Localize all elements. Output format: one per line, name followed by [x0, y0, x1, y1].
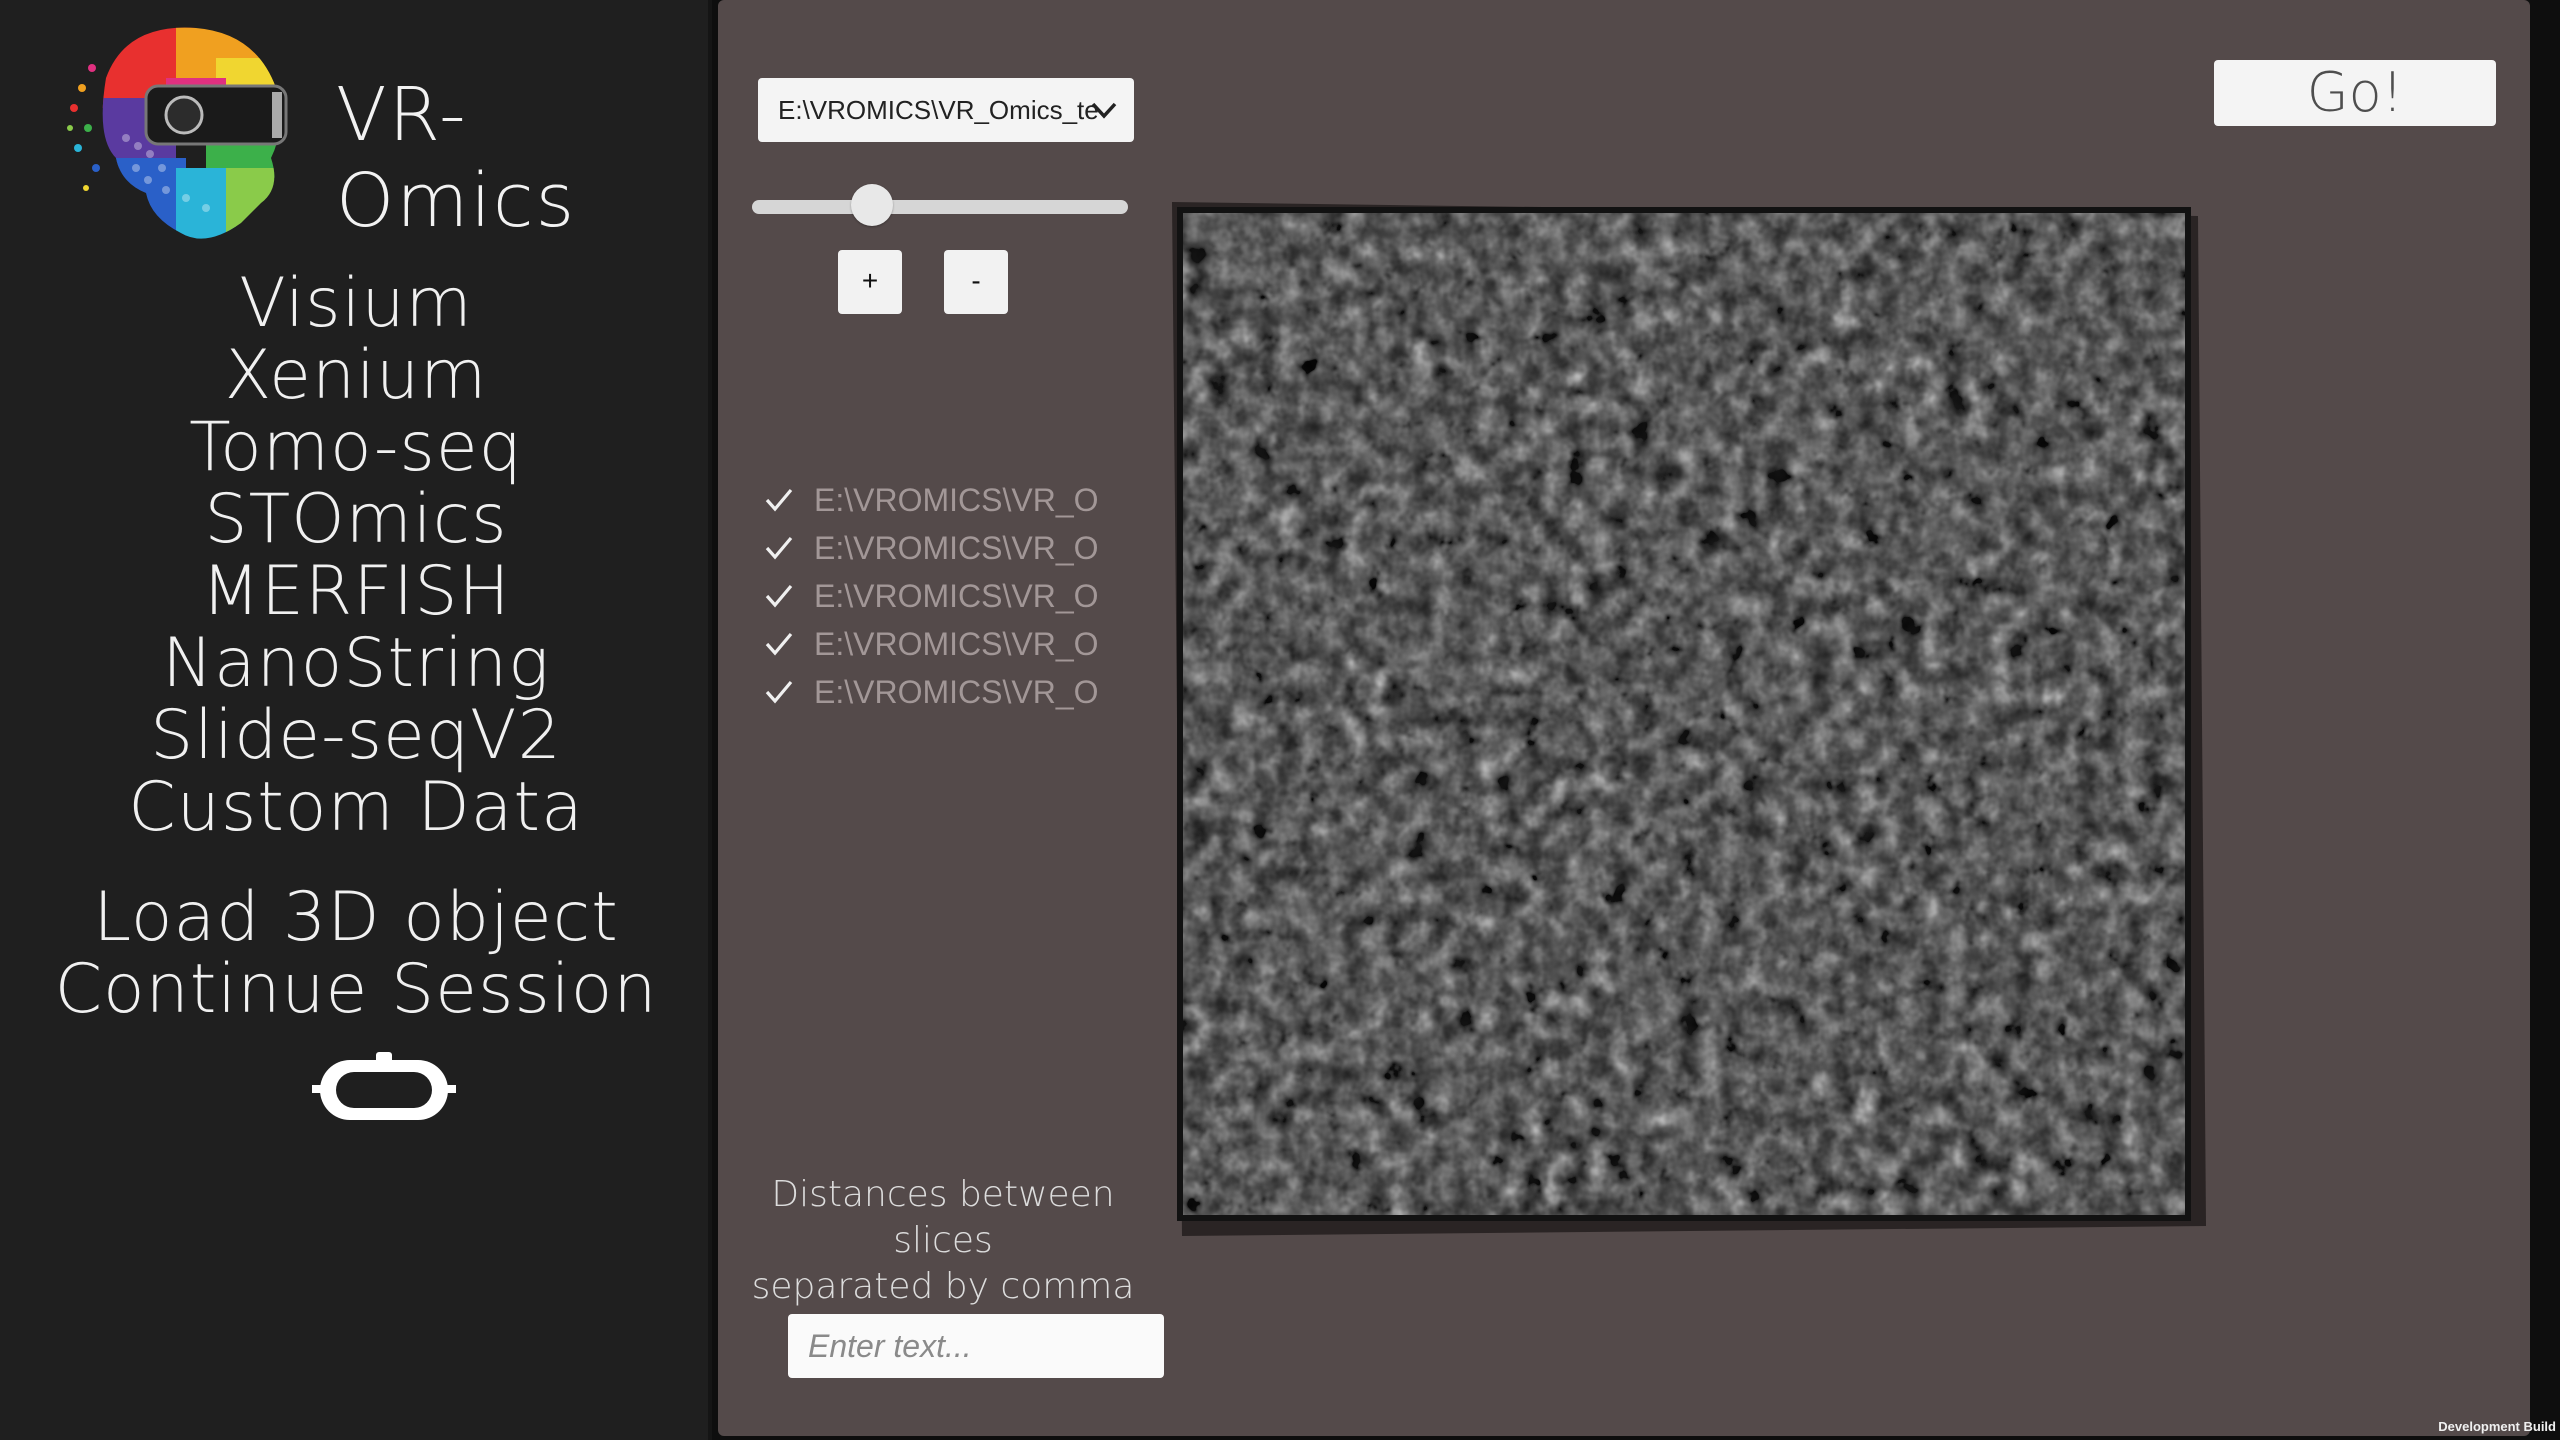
checkmark-icon[interactable]	[764, 581, 794, 611]
file-item-label: E:\VROMICS\VR_O	[814, 530, 1099, 566]
development-build-label: Development Build	[2438, 1419, 2556, 1434]
minus-button[interactable]: -	[944, 250, 1008, 314]
distances-label-line2: separated by comma	[751, 1266, 1135, 1307]
path-dropdown[interactable]: E:\VROMICS\VR_Omics_te	[758, 78, 1134, 142]
dataset-menu: Visium Xenium Tomo-seq STOmics MERFISH N…	[0, 268, 712, 844]
checkmark-icon[interactable]	[764, 485, 794, 515]
go-button[interactable]: Go!	[2214, 60, 2496, 126]
file-item-label: E:\VROMICS\VR_O	[814, 626, 1099, 662]
main-panel: E:\VROMICS\VR_Omics_te + - E:\VROMICS\VR…	[718, 0, 2530, 1436]
checkmark-icon[interactable]	[764, 677, 794, 707]
slider-handle[interactable]	[851, 184, 894, 226]
distances-input[interactable]	[788, 1314, 1164, 1378]
plus-button[interactable]: +	[838, 250, 902, 314]
distances-label: Distances between slices separated by co…	[718, 1172, 1168, 1310]
continue-session-button[interactable]: Continue Session	[0, 954, 712, 1026]
file-item[interactable]: E:\VROMICS\VR_O	[748, 620, 1148, 668]
menu-item-visium[interactable]: Visium	[0, 268, 712, 340]
menu-item-slide-seqv2[interactable]: Slide-seqV2	[0, 700, 712, 772]
file-item[interactable]: E:\VROMICS\VR_O	[748, 476, 1148, 524]
sidebar: VR-Omics Visium Xenium Tomo-seq STOmics …	[0, 0, 712, 1440]
vr-headset-icon[interactable]	[312, 1052, 456, 1126]
slider-track[interactable]	[752, 200, 1128, 214]
path-dropdown-value: E:\VROMICS\VR_Omics_te	[778, 95, 1099, 125]
menu-item-xenium[interactable]: Xenium	[0, 340, 712, 412]
vr-omics-logo	[67, 27, 288, 239]
checkmark-icon[interactable]	[764, 629, 794, 659]
file-item[interactable]: E:\VROMICS\VR_O	[748, 572, 1148, 620]
menu-item-custom-data[interactable]: Custom Data	[0, 772, 712, 844]
menu-item-tomo-seq[interactable]: Tomo-seq	[0, 412, 712, 484]
menu-item-nanostring[interactable]: NanoString	[0, 628, 712, 700]
distances-label-line1: Distances between slices	[771, 1174, 1115, 1261]
file-item-label: E:\VROMICS\VR_O	[814, 578, 1099, 614]
file-item-label: E:\VROMICS\VR_O	[814, 674, 1099, 710]
load-3d-object-button[interactable]: Load 3D object	[0, 882, 712, 954]
file-item[interactable]: E:\VROMICS\VR_O	[748, 668, 1148, 716]
tissue-image-preview	[1172, 202, 2206, 1236]
file-item-label: E:\VROMICS\VR_O	[814, 482, 1099, 518]
checkmark-icon[interactable]	[764, 533, 794, 563]
menu-item-merfish[interactable]: MERFISH	[0, 556, 712, 628]
slice-slider[interactable]	[752, 184, 1128, 226]
file-list: E:\VROMICS\VR_O E:\VROMICS\VR_O E:\VROMI…	[748, 476, 1148, 716]
chevron-down-icon	[1091, 102, 1117, 119]
app-title: VR-Omics	[336, 72, 577, 244]
menu-item-stomics[interactable]: STOmics	[0, 484, 712, 556]
file-item[interactable]: E:\VROMICS\VR_O	[748, 524, 1148, 572]
action-menu: Load 3D object Continue Session	[0, 882, 712, 1026]
